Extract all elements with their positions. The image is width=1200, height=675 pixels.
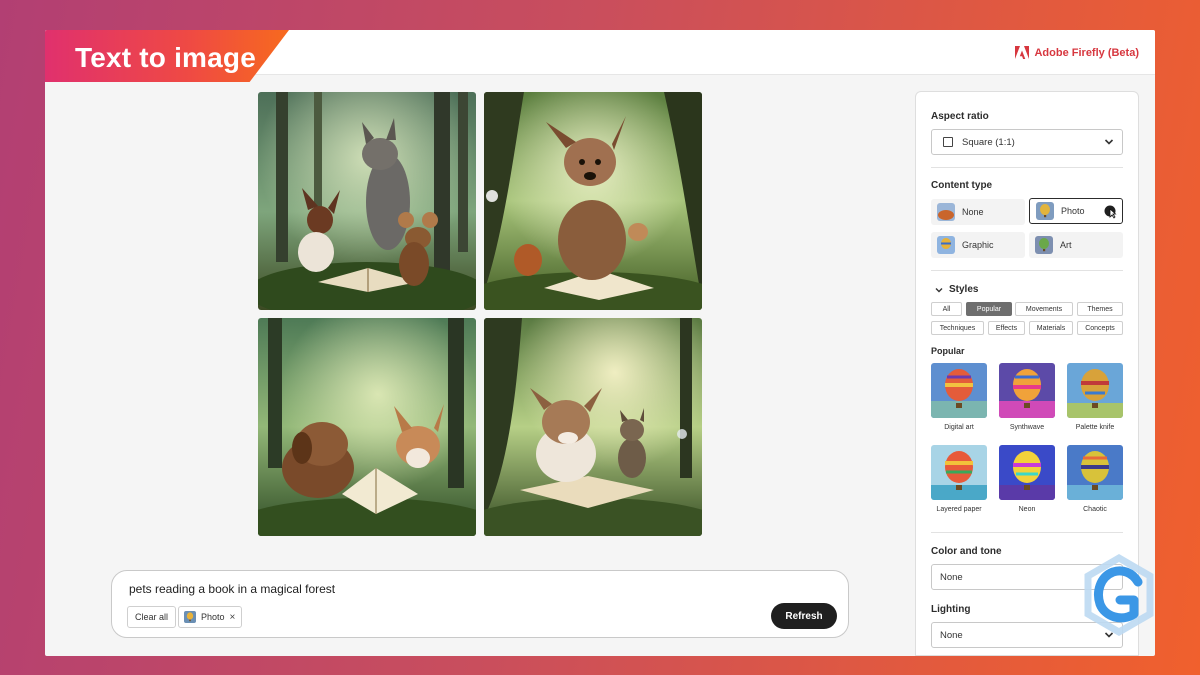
balloon-synthwave-icon — [999, 363, 1055, 418]
style-tab-all[interactable]: All — [931, 302, 962, 316]
none-thumbnail-icon — [937, 203, 955, 221]
photo-thumbnail-icon — [1036, 202, 1054, 220]
chip-label: Photo — [201, 612, 225, 622]
prompt-input[interactable]: pets reading a book in a magical forest — [129, 582, 335, 596]
balloon-thumbnail-icon — [184, 611, 196, 623]
generated-image-2[interactable] — [484, 92, 702, 310]
style-label: Palette knife — [1075, 424, 1115, 431]
generated-image-4[interactable] — [484, 318, 702, 536]
generated-image-3[interactable] — [258, 318, 476, 536]
chevron-down-icon — [935, 287, 943, 292]
aspect-ratio-value: Square (1:1) — [962, 136, 1015, 148]
yorkie-book-image — [484, 92, 702, 310]
balloon-layered-paper-icon — [931, 445, 987, 500]
content-type-art[interactable]: Art — [1029, 232, 1123, 258]
puppy-fox-book-image — [258, 318, 476, 536]
content-type-graphic-label: Graphic — [962, 240, 994, 250]
style-layered-paper[interactable]: Layered paper — [931, 445, 987, 513]
style-tab-popular[interactable]: Popular — [966, 302, 1012, 316]
balloon-neon-icon — [999, 445, 1055, 500]
image-gallery — [258, 92, 704, 538]
lighting-label: Lighting — [931, 604, 971, 615]
style-digital-art[interactable]: Digital art — [931, 363, 987, 431]
content-type-none-label: None — [962, 207, 984, 217]
chevron-down-icon — [1104, 139, 1114, 145]
page-title: Text to image — [75, 42, 257, 73]
content-type-graphic[interactable]: Graphic — [931, 232, 1025, 258]
style-chaotic[interactable]: Chaotic — [1067, 445, 1123, 513]
styles-toggle[interactable]: Styles — [935, 284, 978, 295]
style-label: Layered paper — [936, 506, 982, 513]
close-icon[interactable]: × — [230, 612, 236, 623]
style-label: Synthwave — [1009, 424, 1045, 431]
style-label: Neon — [1018, 506, 1036, 513]
content-type-art-label: Art — [1060, 240, 1072, 250]
style-tab-materials[interactable]: Materials — [1029, 321, 1073, 335]
balloon-digital-art-icon — [931, 363, 987, 418]
style-neon[interactable]: Neon — [999, 445, 1055, 513]
style-tab-techniques[interactable]: Techniques — [931, 321, 984, 335]
aspect-ratio-label: Aspect ratio — [931, 111, 989, 122]
content-type-label: Content type — [931, 180, 993, 191]
aspect-ratio-select[interactable]: Square (1:1) — [931, 129, 1123, 155]
art-thumbnail-icon — [1035, 236, 1053, 254]
content-type-none[interactable]: None — [931, 199, 1025, 225]
style-tab-concepts[interactable]: Concepts — [1077, 321, 1123, 335]
style-label: Digital art — [944, 424, 974, 431]
brand-name: Adobe Firefly (Beta) — [1034, 46, 1139, 59]
style-label: Chaotic — [1083, 506, 1107, 513]
balloon-palette-knife-icon — [1067, 363, 1123, 418]
divider — [931, 270, 1123, 271]
dog-cat-book-image — [484, 318, 702, 536]
content-type-chip[interactable]: Photo × — [178, 606, 243, 628]
styles-label: Styles — [949, 284, 979, 295]
style-tab-movements[interactable]: Movements — [1015, 302, 1073, 316]
popular-section-label: Popular — [931, 346, 965, 356]
generated-image-1[interactable] — [258, 92, 476, 310]
style-tab-themes[interactable]: Themes — [1077, 302, 1123, 316]
divider — [931, 167, 1123, 168]
clear-all-button[interactable]: Clear all — [127, 606, 177, 628]
g-logo-icon — [1084, 553, 1154, 637]
forest-dogs-image — [258, 92, 476, 310]
content-type-photo-label: Photo — [1061, 206, 1085, 216]
color-tone-label: Color and tone — [931, 546, 1002, 557]
divider — [931, 532, 1123, 533]
color-tone-value: None — [940, 571, 963, 583]
content-type-photo[interactable]: Photo — [1029, 198, 1123, 224]
balloon-chaotic-icon — [1067, 445, 1123, 500]
graphic-thumbnail-icon — [937, 236, 955, 254]
app-window: Adobe Firefly (Beta) Text to image pets … — [45, 30, 1155, 656]
brand[interactable]: Adobe Firefly (Beta) — [1015, 46, 1139, 59]
style-synthwave[interactable]: Synthwave — [999, 363, 1055, 431]
prompt-bar: pets reading a book in a magical forest … — [111, 570, 849, 638]
lighting-value: None — [940, 629, 963, 641]
style-tab-effects[interactable]: Effects — [988, 321, 1025, 335]
refresh-button[interactable]: Refresh — [771, 603, 837, 629]
adobe-logo-icon — [1015, 46, 1030, 59]
pointer-cursor-icon — [1104, 205, 1117, 219]
style-palette-knife[interactable]: Palette knife — [1067, 363, 1123, 431]
square-icon — [943, 137, 953, 147]
